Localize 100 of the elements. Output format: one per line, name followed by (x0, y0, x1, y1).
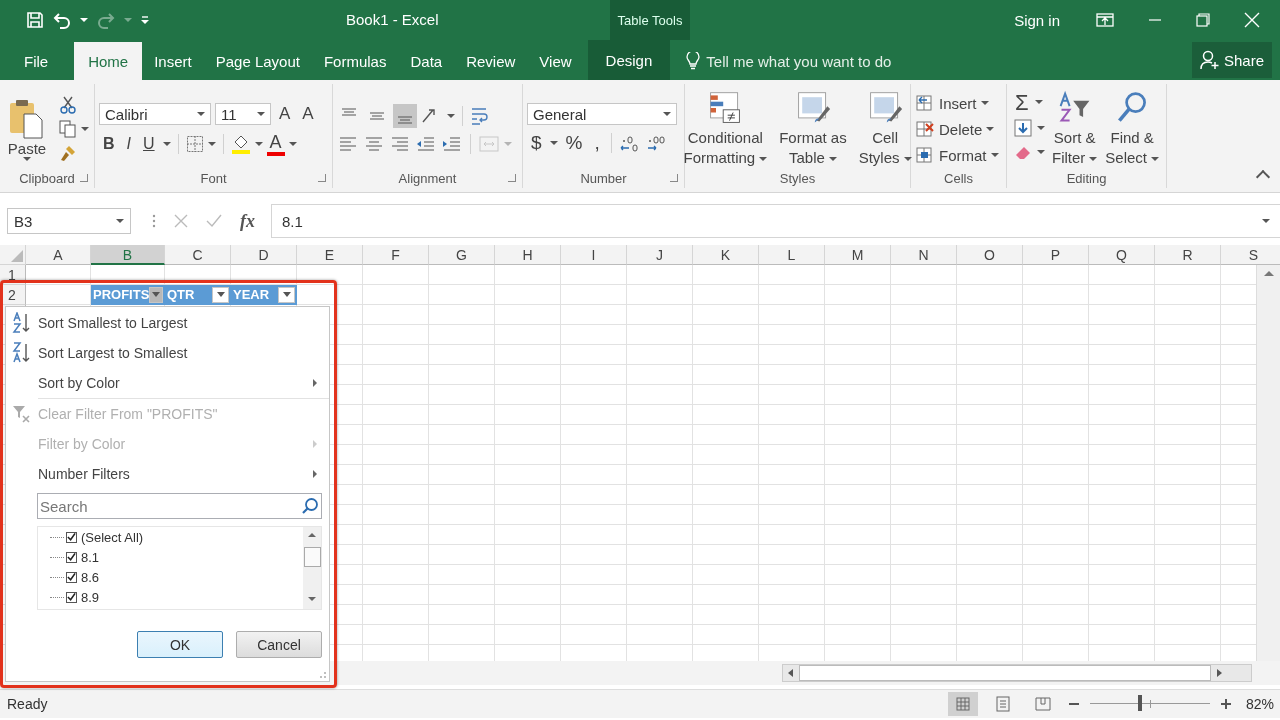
close-icon[interactable] (1244, 12, 1260, 28)
column-header[interactable]: S (1221, 245, 1280, 265)
caret-icon[interactable] (1034, 100, 1043, 104)
name-box[interactable]: B3 (7, 208, 131, 234)
column-header[interactable]: M (825, 245, 891, 265)
font-color-button[interactable]: A (266, 132, 285, 156)
number-format-field[interactable]: General (527, 103, 677, 125)
editing-button[interactable]: Find & Select (1104, 90, 1160, 168)
cells-button[interactable]: Delete (915, 119, 995, 139)
column-header[interactable]: P (1023, 245, 1089, 265)
checkbox[interactable] (66, 591, 77, 603)
undo-icon[interactable] (52, 11, 72, 29)
column-header[interactable]: Q (1089, 245, 1155, 265)
ribbon-tab[interactable]: View (527, 42, 584, 80)
dialog-launcher-icon[interactable] (670, 174, 678, 182)
ok-button[interactable]: OK (137, 631, 223, 658)
tell-me-field[interactable]: Tell me what you want to do (686, 42, 892, 80)
scroll-thumb[interactable] (304, 547, 321, 567)
column-header[interactable]: G (429, 245, 495, 265)
menu-item[interactable]: Sort Largest to Smallest (6, 338, 329, 368)
scroll-thumb[interactable] (799, 665, 1211, 681)
dialog-launcher-icon[interactable] (80, 174, 88, 182)
check-icon[interactable] (206, 214, 222, 228)
value-label[interactable]: 8.9 (81, 589, 100, 605)
underline-button[interactable]: U (139, 132, 159, 156)
filter-dropdown-button[interactable] (149, 286, 163, 303)
comma-button[interactable]: , (590, 131, 604, 155)
customize-icon[interactable] (140, 14, 150, 26)
editing-button[interactable]: Sort & Filter (1050, 90, 1099, 168)
caret-icon[interactable] (254, 142, 263, 146)
borders-icon[interactable] (185, 135, 204, 153)
restore-icon[interactable] (1196, 13, 1210, 27)
save-icon[interactable] (26, 11, 44, 29)
ribbon-tab[interactable]: Home (74, 42, 143, 80)
vertical-scrollbar[interactable] (1256, 265, 1280, 661)
share-button[interactable]: Share (1191, 42, 1272, 78)
column-header[interactable]: C (165, 245, 231, 265)
format-painter-icon[interactable] (59, 144, 78, 162)
font-name-field[interactable]: Calibri (99, 103, 211, 125)
increase-indent-icon[interactable] (441, 134, 463, 154)
column-header[interactable]: F (363, 245, 429, 265)
currency-button[interactable]: $ (527, 131, 546, 155)
filter-dropdown-button[interactable] (278, 286, 295, 303)
row-header[interactable]: 1 (0, 265, 26, 285)
column-header[interactable]: R (1155, 245, 1221, 265)
caret-icon[interactable] (549, 141, 558, 145)
column-header[interactable]: H (495, 245, 561, 265)
ribbon-tab[interactable]: Review (454, 42, 528, 80)
ribbon-tab[interactable]: Data (398, 42, 455, 80)
styles-button[interactable]: Conditional Formatting (680, 90, 771, 168)
ribbon-display-icon[interactable] (1096, 13, 1114, 27)
column-header[interactable]: N (891, 245, 957, 265)
column-header[interactable]: B (91, 245, 165, 265)
menu-item[interactable]: Sort by Color (6, 368, 329, 398)
ribbon-tab[interactable]: Page Layout (203, 42, 312, 80)
column-header[interactable]: L (759, 245, 825, 265)
column-header[interactable]: E (297, 245, 363, 265)
checkbox[interactable] (66, 571, 77, 583)
scroll-down-icon[interactable] (308, 597, 316, 601)
align-left-icon[interactable] (337, 134, 359, 154)
increase-font-button[interactable]: A (275, 102, 295, 126)
font-size-field[interactable]: 11 (215, 103, 271, 125)
cut-icon[interactable] (59, 96, 78, 114)
wrap-text-icon[interactable] (470, 106, 490, 126)
decrease-indent-icon[interactable] (415, 134, 437, 154)
ribbon-tab[interactable]: Formulas (311, 42, 399, 80)
dialog-launcher-icon[interactable] (508, 174, 516, 182)
cells-button[interactable]: Insert (915, 93, 989, 113)
bold-button[interactable]: B (99, 132, 119, 156)
caret-icon[interactable] (447, 114, 455, 118)
column-header[interactable]: D (231, 245, 297, 265)
align-right-icon[interactable] (389, 134, 411, 154)
menu-item[interactable]: Number Filters (6, 459, 329, 489)
checkbox[interactable] (66, 551, 77, 563)
styles-button[interactable]: Format as Table (776, 90, 850, 168)
copy-icon[interactable] (59, 120, 78, 138)
increase-decimal-icon[interactable] (618, 133, 641, 153)
ribbon-tab[interactable]: Design (587, 40, 671, 80)
cancel-button[interactable]: Cancel (236, 631, 322, 658)
dialog-launcher-icon[interactable] (318, 174, 326, 182)
ribbon-tab[interactable]: File (16, 42, 61, 80)
zoom-in-icon[interactable] (1219, 698, 1232, 710)
ribbon-tab[interactable]: Insert (142, 42, 204, 80)
fill-down-icon[interactable] (1012, 118, 1033, 138)
resize-grip-icon[interactable] (319, 671, 327, 679)
horizontal-scrollbar[interactable] (782, 664, 1252, 682)
formula-field[interactable]: 8.1 (271, 204, 1280, 238)
slider-thumb[interactable] (1138, 695, 1143, 711)
percent-button[interactable]: % (561, 131, 587, 155)
caret-icon[interactable] (162, 142, 171, 146)
column-header[interactable]: J (627, 245, 693, 265)
insert-function-button[interactable]: fx (240, 210, 255, 232)
caret-icon[interactable] (1036, 126, 1045, 130)
fill-color-icon[interactable] (230, 134, 251, 154)
caret-icon[interactable] (207, 142, 216, 146)
list-scrollbar[interactable] (303, 527, 321, 609)
decrease-font-button[interactable]: A (298, 102, 318, 126)
search-field[interactable]: Search (37, 493, 322, 519)
view-icon[interactable] (947, 692, 978, 716)
value-label[interactable]: 8.1 (81, 549, 100, 565)
